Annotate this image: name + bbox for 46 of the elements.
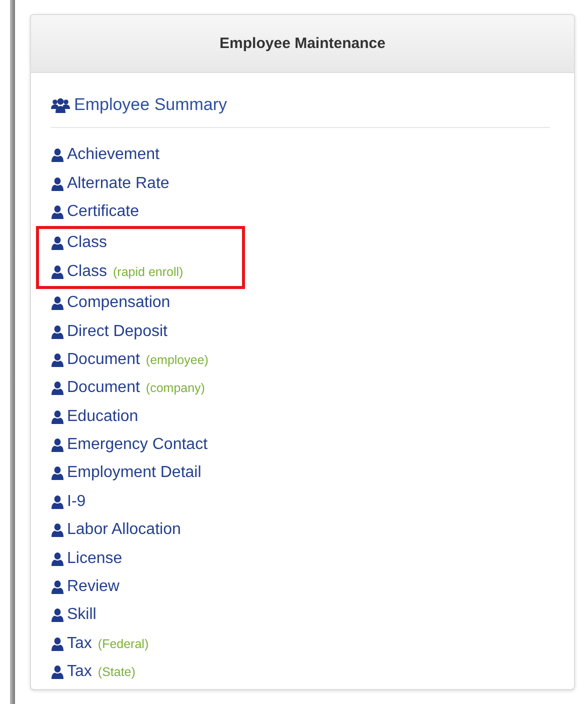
- user-icon: [51, 296, 64, 310]
- users-icon: [51, 98, 70, 112]
- user-icon: [51, 523, 64, 538]
- menu-link[interactable]: Class: [51, 229, 230, 258]
- menu-link[interactable]: Class (rapid enroll): [51, 258, 230, 286]
- link-note: (State): [98, 665, 136, 680]
- menu-link[interactable]: Document (company): [51, 374, 205, 403]
- user-icon: [51, 608, 64, 622]
- user-icon: [51, 381, 64, 396]
- summary-link[interactable]: Employee Summary: [51, 95, 228, 115]
- menu-link[interactable]: Labor Allocation: [51, 516, 181, 544]
- user-icon: [51, 176, 64, 191]
- user-icon: [51, 148, 64, 162]
- menu-link[interactable]: Document (employee): [51, 346, 208, 374]
- menu-link[interactable]: Skill: [51, 601, 96, 630]
- user-icon: [51, 580, 64, 594]
- menu-link[interactable]: Review: [51, 572, 120, 602]
- user-icon: [51, 466, 64, 480]
- link-note: (rapid enroll): [113, 264, 184, 279]
- menu-link[interactable]: Achievement: [51, 141, 160, 170]
- user-icon: [51, 264, 64, 279]
- menu-link[interactable]: Emergency Contact: [51, 430, 208, 460]
- user-icon: [51, 438, 64, 452]
- link-note: (Federal): [98, 636, 149, 651]
- panel-title: Employee Maintenance: [220, 35, 386, 52]
- link-note: (company): [146, 381, 205, 396]
- menu-link[interactable]: Tax (Federal): [51, 630, 149, 658]
- user-icon: [51, 324, 64, 339]
- menu-link[interactable]: Certificate: [51, 198, 140, 226]
- user-icon: [51, 410, 64, 424]
- user-icon: [51, 494, 64, 509]
- user-icon: [51, 204, 64, 219]
- user-icon: [51, 236, 64, 250]
- menu-link[interactable]: License: [51, 544, 122, 573]
- menu-link[interactable]: Education: [51, 402, 138, 431]
- menu-link[interactable]: I-9: [51, 488, 86, 516]
- user-icon: [51, 665, 64, 680]
- user-icon: [51, 636, 64, 651]
- link-note: (employee): [146, 352, 208, 367]
- user-icon: [51, 352, 64, 367]
- menu-link[interactable]: Compensation: [51, 288, 170, 318]
- menu-link[interactable]: Alternate Rate: [51, 169, 170, 198]
- menu-link[interactable]: Direct Deposit: [51, 317, 168, 346]
- menu-link[interactable]: Tax (State): [51, 658, 136, 686]
- menu-link[interactable]: Employment Detail: [51, 459, 202, 488]
- user-icon: [51, 552, 64, 566]
